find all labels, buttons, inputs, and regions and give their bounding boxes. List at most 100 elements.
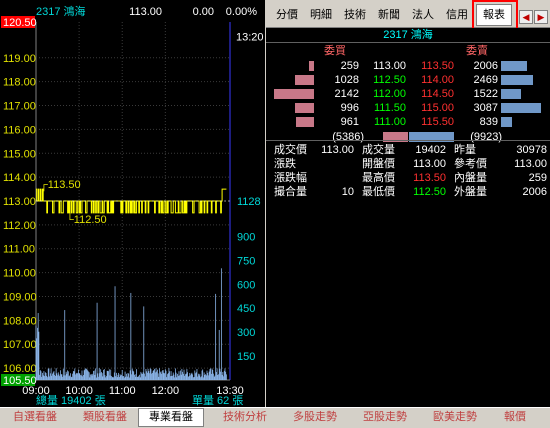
ask-bar <box>501 89 521 99</box>
bottom-tab-2[interactable]: 類股看盤 <box>80 410 130 425</box>
tab-price-distribution[interactable]: 分價 <box>272 6 302 24</box>
intraday-chart[interactable]: 2317 鴻海 113.00 0.00 0.00% 120.50 119.00 118.00… <box>0 0 265 407</box>
ask-price: 115.00 <box>421 102 454 114</box>
orderbook-header: 委買 委賣 <box>266 44 550 59</box>
quote-label: 開盤價 <box>362 158 395 170</box>
quote-separator <box>266 140 550 141</box>
quote-value: 112.50 <box>413 186 446 198</box>
tab-institutional[interactable]: 法人 <box>408 6 438 24</box>
price-axis-label: 114.00 <box>3 172 36 184</box>
intraday-chart-panel[interactable]: 2317 鴻海 113.00 0.00 0.00% 120.50 119.00 118.00… <box>0 0 265 407</box>
quote-label: 漲跌幅 <box>274 172 307 184</box>
high-label: ┌113.50 <box>40 179 81 192</box>
quote-value: 113.00 <box>514 158 547 170</box>
quote-label: 漲跌 <box>274 158 296 170</box>
ask-volume: 839 <box>479 116 498 128</box>
price-axis-label: 117.00 <box>3 101 36 113</box>
tab-details[interactable]: 明細 <box>306 6 336 24</box>
ask-bar <box>501 117 513 127</box>
bottom-tab-4[interactable]: 技術分析 <box>220 410 270 425</box>
quote-label: 撮合量 <box>274 186 307 198</box>
price-axis-label: 120.50 <box>3 17 37 29</box>
tab-news[interactable]: 新聞 <box>374 6 404 24</box>
ask-volume: 2469 <box>473 74 498 86</box>
ask-volume: 3087 <box>473 102 498 114</box>
quote-label: 昨量 <box>454 144 476 156</box>
bottom-tab-5[interactable]: 多股走勢 <box>290 410 340 425</box>
orderbook-total-row: (5386) (9923) <box>266 130 550 144</box>
orderbook-row: 1028 112.50 114.00 2469 <box>266 73 550 87</box>
ask-price: 115.50 <box>421 116 454 128</box>
ask-price: 114.00 <box>421 74 454 86</box>
quote-value: 2006 <box>522 186 547 198</box>
quote-value: 113.50 <box>413 172 446 184</box>
bid-bar <box>296 117 314 127</box>
bid-volume: 996 <box>340 102 359 114</box>
quote-label: 成交量 <box>362 144 395 156</box>
price-axis-label: 108.00 <box>3 315 37 327</box>
quote-value: 113.00 <box>321 144 354 156</box>
ask-price: 114.50 <box>421 88 454 100</box>
volume-axis-label: 750 <box>237 255 255 267</box>
bottom-tab-3[interactable]: 專業看盤 <box>138 408 204 427</box>
quote-label: 參考價 <box>454 158 487 170</box>
price-axis-label: 113.00 <box>3 196 36 208</box>
tab-technical[interactable]: 技術 <box>340 6 370 24</box>
unit-volume: 單量 62 張 <box>192 394 243 407</box>
volume-axis-label: 150 <box>237 351 255 363</box>
price-axis-label: 111.00 <box>3 244 35 256</box>
price-axis-label: 116.00 <box>3 124 36 136</box>
bid-volume: 259 <box>340 60 359 72</box>
bottom-tab-8[interactable]: 報價 <box>500 410 530 425</box>
bid-bar <box>294 75 314 85</box>
quote-value: 259 <box>528 172 547 184</box>
low-label: └112.50 <box>66 212 107 226</box>
stock-title: 2317 鴻海 <box>266 28 550 43</box>
quote-label: 成交價 <box>274 144 307 156</box>
quote-label: 最高價 <box>362 172 395 184</box>
orderbook-row: 259 113.00 113.50 2006 <box>266 59 550 73</box>
bottom-tab-7[interactable]: 歐美走勢 <box>430 410 480 425</box>
bid-volume: 2142 <box>334 88 359 100</box>
chart-price: 113.00 <box>129 6 162 18</box>
bid-bar <box>308 61 314 71</box>
tab-prev-button[interactable]: ◀ <box>519 10 533 24</box>
bid-price: 112.50 <box>373 74 406 86</box>
total-volume: 總量 19402 張 <box>36 393 106 407</box>
bid-volume: 1028 <box>334 74 359 86</box>
ask-bar <box>501 61 527 71</box>
volume-axis-label: 300 <box>237 327 255 339</box>
quote-row: 漲跌 開盤價 113.00 參考價 113.00 <box>266 157 550 171</box>
bid-header: 委買 <box>324 45 346 57</box>
tab-next-button[interactable]: ▶ <box>534 10 548 24</box>
price-axis-label: 118.00 <box>3 77 36 89</box>
quote-label: 外盤量 <box>454 186 487 198</box>
volume-axis-label: 1128 <box>237 196 261 208</box>
volume-axis-label: 900 <box>237 231 255 243</box>
bid-price: 112.00 <box>373 88 406 100</box>
bottom-tab-6[interactable]: 亞股走勢 <box>360 410 410 425</box>
ask-volume: 2006 <box>473 60 498 72</box>
price-axis-label: 110.00 <box>3 268 36 280</box>
orderbook-row: 2142 112.00 114.50 1522 <box>266 87 550 101</box>
price-axis-label: 112.00 <box>3 220 36 232</box>
price-axis-label: 106.00 <box>3 363 37 375</box>
quote-row: 成交價 113.00 成交量 19402 昨量 30978 <box>266 143 550 157</box>
ask-header: 委賣 <box>466 45 488 57</box>
end-time-label: 13:20 <box>236 31 264 43</box>
volume-axis-label: 600 <box>237 279 255 291</box>
chart-change: 0.00 <box>193 6 214 18</box>
price-axis-label: 107.00 <box>3 339 37 351</box>
bottom-tab-1[interactable]: 自選看盤 <box>10 410 60 425</box>
bid-price: 111.00 <box>373 116 406 128</box>
bottom-tab-bar: 自選看盤 類股看盤 專業看盤 技術分析 多股走勢 亞股走勢 歐美走勢 報價 <box>0 407 550 428</box>
quote-row: 漲跌幅 最高價 113.50 內盤量 259 <box>266 171 550 185</box>
bid-price: 113.00 <box>373 60 406 72</box>
quote-value: 113.00 <box>413 158 446 170</box>
bid-volume: 961 <box>340 116 359 128</box>
bid-total: (5386) <box>332 131 364 143</box>
quote-label: 最低價 <box>362 186 395 198</box>
tab-credit[interactable]: 信用 <box>442 6 472 24</box>
quote-panel: 分價 明細 技術 新聞 法人 信用 報表 ◀ ▶ 2317 鴻海 委買 委賣 2… <box>266 0 550 407</box>
bid-bar <box>295 103 314 113</box>
